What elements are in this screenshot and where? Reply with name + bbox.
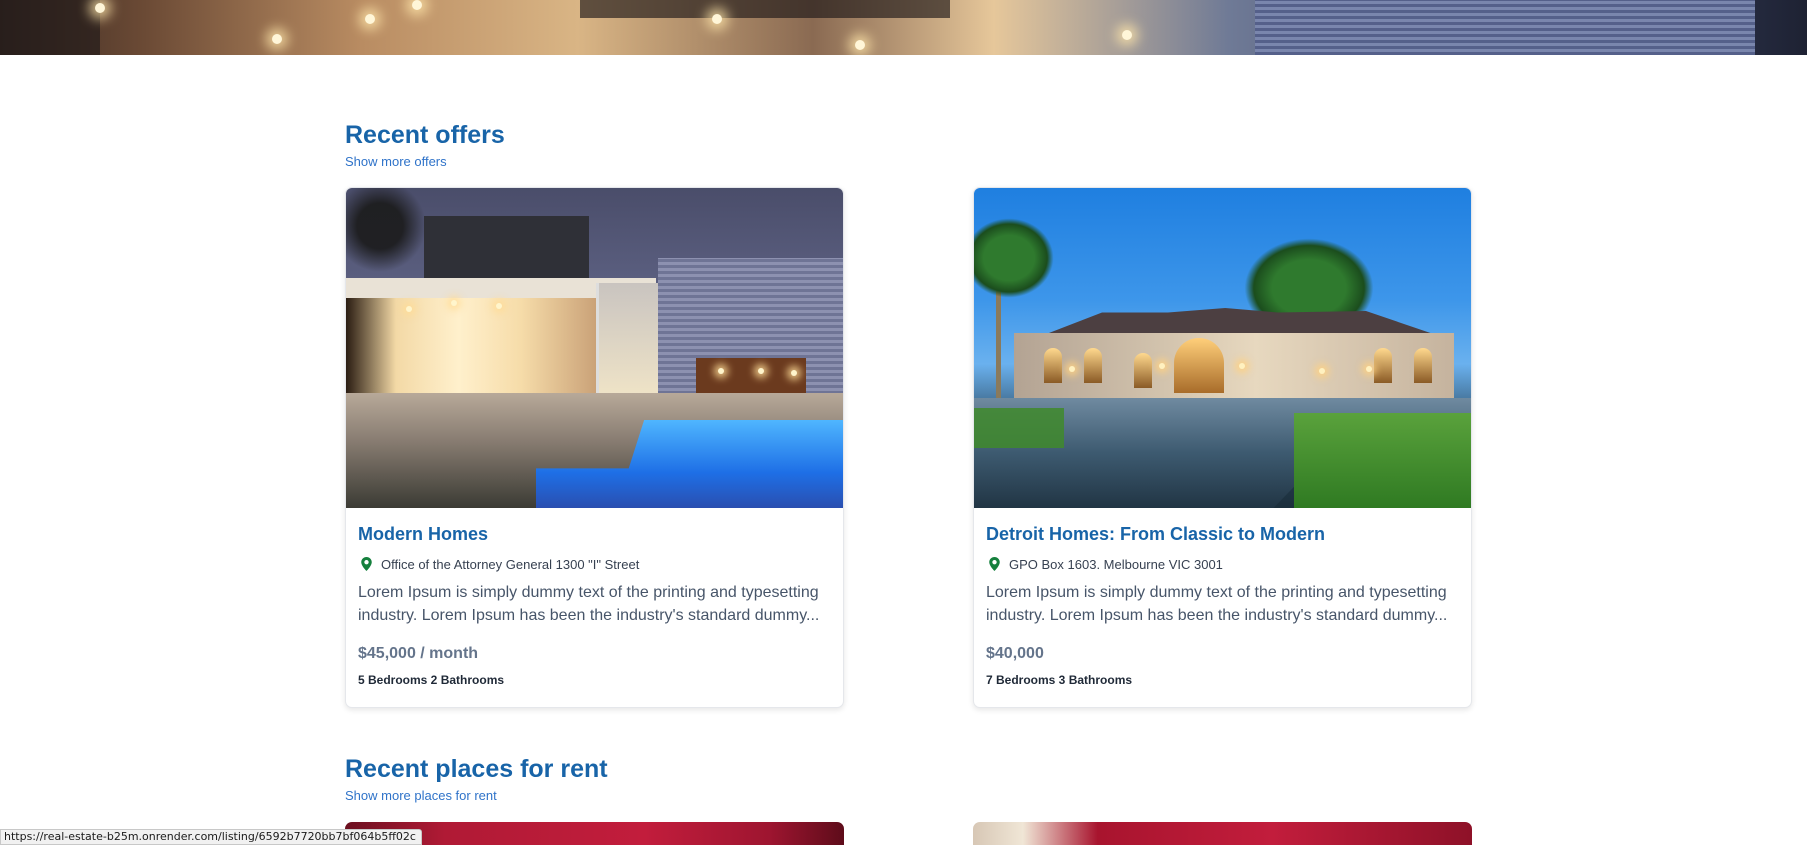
photo-house (1174, 338, 1224, 393)
photo-palm (974, 218, 1054, 298)
recent-offers-header: Recent offers Show more offers (345, 120, 1473, 171)
photo-window (1044, 348, 1062, 383)
recent-rent-title: Recent places for rent (345, 755, 608, 783)
listing-specs: 5 Bedrooms 2 Bathrooms (358, 672, 505, 687)
listing-address: GPO Box 1603. Melbourne VIC 3001 (986, 557, 1459, 572)
show-more-offers-link[interactable]: Show more offers (345, 154, 447, 169)
hero-light (1122, 30, 1132, 40)
listing-photo (974, 188, 1471, 508)
listing-specs: 7 Bedrooms 3 Bathrooms (986, 672, 1133, 687)
photo-light (1159, 363, 1165, 369)
photo-light (496, 303, 502, 309)
listing-address: Office of the Attorney General 1300 "I" … (358, 557, 831, 572)
photo-light (451, 300, 457, 306)
listing-price: $45,000 / month (358, 644, 479, 662)
hero-light (272, 34, 282, 44)
photo-window (1084, 348, 1102, 383)
map-pin-icon (989, 557, 1000, 572)
show-more-rent-link[interactable]: Show more places for rent (345, 788, 497, 803)
listing-price: $40,000 (986, 644, 1044, 662)
recent-offers-title: Recent offers (345, 121, 505, 149)
hero-light (712, 14, 722, 24)
recent-rent-header: Recent places for rent Show more places … (345, 754, 1473, 805)
photo-window (1374, 348, 1392, 383)
browser-status-url: https://real-estate-b25m.onrender.com/li… (0, 829, 422, 845)
rent-card[interactable] (973, 822, 1472, 845)
photo-light (1366, 366, 1372, 372)
hero-banner-image (0, 0, 1807, 55)
hero-siding (1255, 0, 1755, 55)
listing-title[interactable]: Detroit Homes: From Classic to Modern (986, 524, 1459, 546)
photo-light (791, 370, 797, 376)
photo-lawn (974, 408, 1064, 448)
photo-tree (346, 188, 431, 283)
map-pin-icon (361, 557, 372, 572)
listing-description: Lorem Ipsum is simply dummy text of the … (358, 583, 820, 624)
listing-description: Lorem Ipsum is simply dummy text of the … (986, 583, 1448, 624)
photo-lawn (1294, 413, 1471, 508)
offer-card[interactable]: Detroit Homes: From Classic to Modern GP… (973, 187, 1472, 708)
hero-light (412, 0, 422, 10)
photo-house (596, 283, 666, 398)
listing-address-text: Office of the Attorney General 1300 "I" … (381, 556, 640, 572)
photo-light (1319, 368, 1325, 374)
photo-light (1239, 363, 1245, 369)
hero-light (855, 40, 865, 50)
hero-beam (580, 0, 950, 18)
listing-title[interactable]: Modern Homes (358, 524, 831, 546)
card-body: Detroit Homes: From Classic to Modern GP… (974, 524, 1471, 687)
listing-photo (346, 188, 843, 508)
hero-light (365, 14, 375, 24)
photo-house (346, 298, 596, 393)
photo-light (406, 306, 412, 312)
photo-window (1414, 348, 1432, 383)
hero-light (95, 3, 105, 13)
hero-beam (0, 0, 100, 55)
listing-address-text: GPO Box 1603. Melbourne VIC 3001 (1009, 556, 1223, 572)
photo-light (718, 368, 724, 374)
photo-light (758, 368, 764, 374)
photo-window (1134, 353, 1152, 388)
photo-light (1069, 366, 1075, 372)
card-body: Modern Homes Office of the Attorney Gene… (346, 524, 843, 687)
offer-card[interactable]: Modern Homes Office of the Attorney Gene… (345, 187, 844, 708)
